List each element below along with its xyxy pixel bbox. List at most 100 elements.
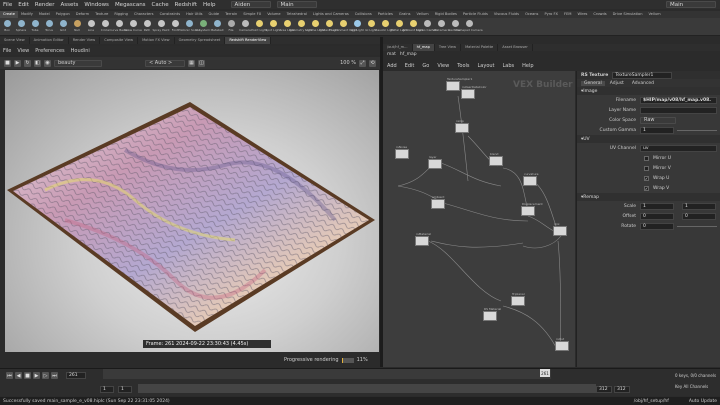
- shelf-tab[interactable]: Hair Utils: [183, 11, 205, 18]
- context-selector[interactable]: Main: [276, 1, 317, 8]
- shelf-tool[interactable]: Distant Light: [319, 18, 339, 35]
- mirror-u-checkbox[interactable]: [644, 155, 649, 161]
- offset-y-field[interactable]: 0: [682, 212, 716, 220]
- tab-adjust[interactable]: Adjust: [607, 81, 627, 86]
- timeline-track[interactable]: [103, 369, 551, 379]
- shelf-tool[interactable]: Environment Light: [329, 18, 357, 35]
- shelf-tool[interactable]: Box: [0, 18, 14, 35]
- pane-tab[interactable]: Geometry Spreadsheet: [175, 37, 226, 44]
- net-menu-add[interactable]: Add: [383, 63, 401, 69]
- menu-megascans[interactable]: Megascans: [112, 2, 149, 8]
- start-render-icon[interactable]: ▶: [14, 59, 21, 67]
- shelf-tool[interactable]: File: [224, 18, 238, 35]
- image-section[interactable]: ▾ Image: [577, 87, 720, 95]
- net-menu-layout[interactable]: Layout: [474, 63, 499, 69]
- shelf-tab[interactable]: Guide: [206, 11, 223, 18]
- offset-x-field[interactable]: 0: [640, 212, 674, 220]
- net-menu-help[interactable]: Help: [518, 63, 537, 69]
- stop-render-icon[interactable]: ■: [4, 59, 11, 67]
- key-all-channels-button[interactable]: Key All Channels: [675, 384, 708, 389]
- shelf-tool[interactable]: Caustic Light: [375, 18, 395, 35]
- fit-icon[interactable]: ⤢: [359, 59, 366, 67]
- shelf-tool[interactable]: Draw Curve: [124, 18, 142, 35]
- shelf-tool[interactable]: Font: [168, 18, 182, 35]
- start-frame-field-2[interactable]: 1: [118, 386, 132, 393]
- shelf-tab[interactable]: Modify: [18, 11, 36, 18]
- shelf-tab[interactable]: Polygon: [53, 11, 73, 18]
- mirror-v-checkbox[interactable]: [644, 165, 649, 171]
- auto-update-button[interactable]: Auto Update: [689, 399, 717, 404]
- current-frame-field[interactable]: 261: [66, 372, 86, 379]
- go-start-icon[interactable]: ⏮: [6, 372, 13, 379]
- network-node[interactable]: rsNoise: [395, 145, 409, 159]
- shelf-tab[interactable]: Collisions: [352, 11, 375, 18]
- uv-section[interactable]: ▾ UV: [577, 135, 720, 143]
- shelf-tab[interactable]: Terrain: [222, 11, 240, 18]
- right-context-selector[interactable]: Main: [666, 1, 716, 8]
- shelf-tool[interactable]: GI Light: [364, 18, 378, 35]
- shelf-tab[interactable]: Tetrahedral: [284, 11, 310, 18]
- shelf-tab[interactable]: Grains: [396, 11, 414, 18]
- shelf-tab[interactable]: Model: [36, 11, 53, 18]
- color-space-dropdown[interactable]: Raw: [640, 116, 676, 124]
- step-back-icon[interactable]: ◀: [15, 372, 22, 379]
- network-tab[interactable]: Material Palette: [461, 44, 499, 51]
- net-menu-tools[interactable]: Tools: [453, 63, 473, 69]
- shelf-tool[interactable]: Torus: [42, 18, 56, 35]
- network-node[interactable]: ramp: [455, 119, 469, 133]
- shelf-tool[interactable]: Gamepad Camera: [455, 18, 483, 35]
- reset-icon[interactable]: ⟲: [369, 59, 376, 67]
- network-node[interactable]: rsMaterial: [415, 232, 431, 246]
- shelf-tool[interactable]: Ambient Light: [402, 18, 424, 35]
- end-frame-field-2[interactable]: 312: [614, 386, 630, 393]
- shelf-tab[interactable]: Deform: [73, 11, 92, 18]
- menu-cache[interactable]: Cache: [149, 2, 172, 8]
- rv-menu-file[interactable]: File: [0, 48, 14, 54]
- network-node[interactable]: rsUserDataColor: [461, 85, 487, 99]
- shelf-tab[interactable]: Oceans: [522, 11, 541, 18]
- lock-icon[interactable]: ◧: [34, 59, 41, 67]
- shelf-tab[interactable]: Pyro FX: [541, 11, 561, 18]
- shelf-tab[interactable]: Lights and Cameras: [310, 11, 352, 18]
- play-icon[interactable]: ▶: [33, 372, 40, 379]
- tab-general[interactable]: General: [581, 80, 605, 86]
- shelf-tool[interactable]: Circle: [98, 18, 112, 35]
- desktop-selector[interactable]: Aiden: [230, 1, 271, 8]
- net-menu-edit[interactable]: Edit: [401, 63, 419, 69]
- rv-menu-preferences[interactable]: Preferences: [32, 48, 67, 54]
- shelf-tab[interactable]: Rigging: [111, 11, 131, 18]
- shelf-tab[interactable]: Particle Fluids: [460, 11, 491, 18]
- scale-y-field[interactable]: 1: [682, 202, 716, 210]
- network-tab[interactable]: Asset Browser: [498, 44, 533, 51]
- shelf-tool[interactable]: Curve Bezier: [109, 18, 129, 35]
- network-node[interactable]: blend: [489, 152, 503, 166]
- zoom-level[interactable]: 100 %: [340, 60, 356, 66]
- pane-tab[interactable]: Composite View: [100, 37, 139, 44]
- uv-channel-field[interactable]: uv: [640, 144, 717, 152]
- shelf-tool[interactable]: Switcher: [448, 18, 462, 35]
- shelf-tool[interactable]: Grid: [56, 18, 70, 35]
- tab-advanced[interactable]: Advanced: [629, 81, 657, 86]
- network-node[interactable]: layer: [428, 155, 442, 169]
- shelf-tab[interactable]: Simple FX: [240, 11, 264, 18]
- path-mat[interactable]: mat: [387, 52, 396, 57]
- network-node[interactable]: rsOut: [555, 337, 569, 351]
- pane-tab[interactable]: Motion FX View: [138, 37, 175, 44]
- shelf-tab[interactable]: Particles: [375, 11, 396, 18]
- step-forward-icon[interactable]: ▷: [42, 372, 49, 379]
- layer-name-field[interactable]: [640, 106, 717, 114]
- pane-tab[interactable]: Redshift RenderView: [225, 37, 272, 44]
- overlay-icon[interactable]: ◫: [198, 59, 205, 67]
- network-tab[interactable]: /out/hf_m...: [383, 44, 413, 51]
- network-node[interactable]: RS Material: [483, 307, 501, 321]
- shelf-tool[interactable]: Area Light: [279, 18, 295, 35]
- shelf-tool[interactable]: Tube: [28, 18, 42, 35]
- pane-tab[interactable]: Render View: [69, 37, 101, 44]
- grid-icon[interactable]: ▦: [188, 59, 195, 67]
- shelf-tool[interactable]: Geometry Light: [289, 18, 313, 35]
- network-tab[interactable]: hf_map: [412, 44, 435, 51]
- shelf-tool[interactable]: Point Light: [251, 18, 267, 35]
- shelf-tab[interactable]: Volume: [264, 11, 283, 18]
- shelf-tab[interactable]: Drive Simulation: [610, 11, 646, 18]
- filename-field[interactable]: $HIP/map/v08/hf_map.v08.: [640, 96, 717, 104]
